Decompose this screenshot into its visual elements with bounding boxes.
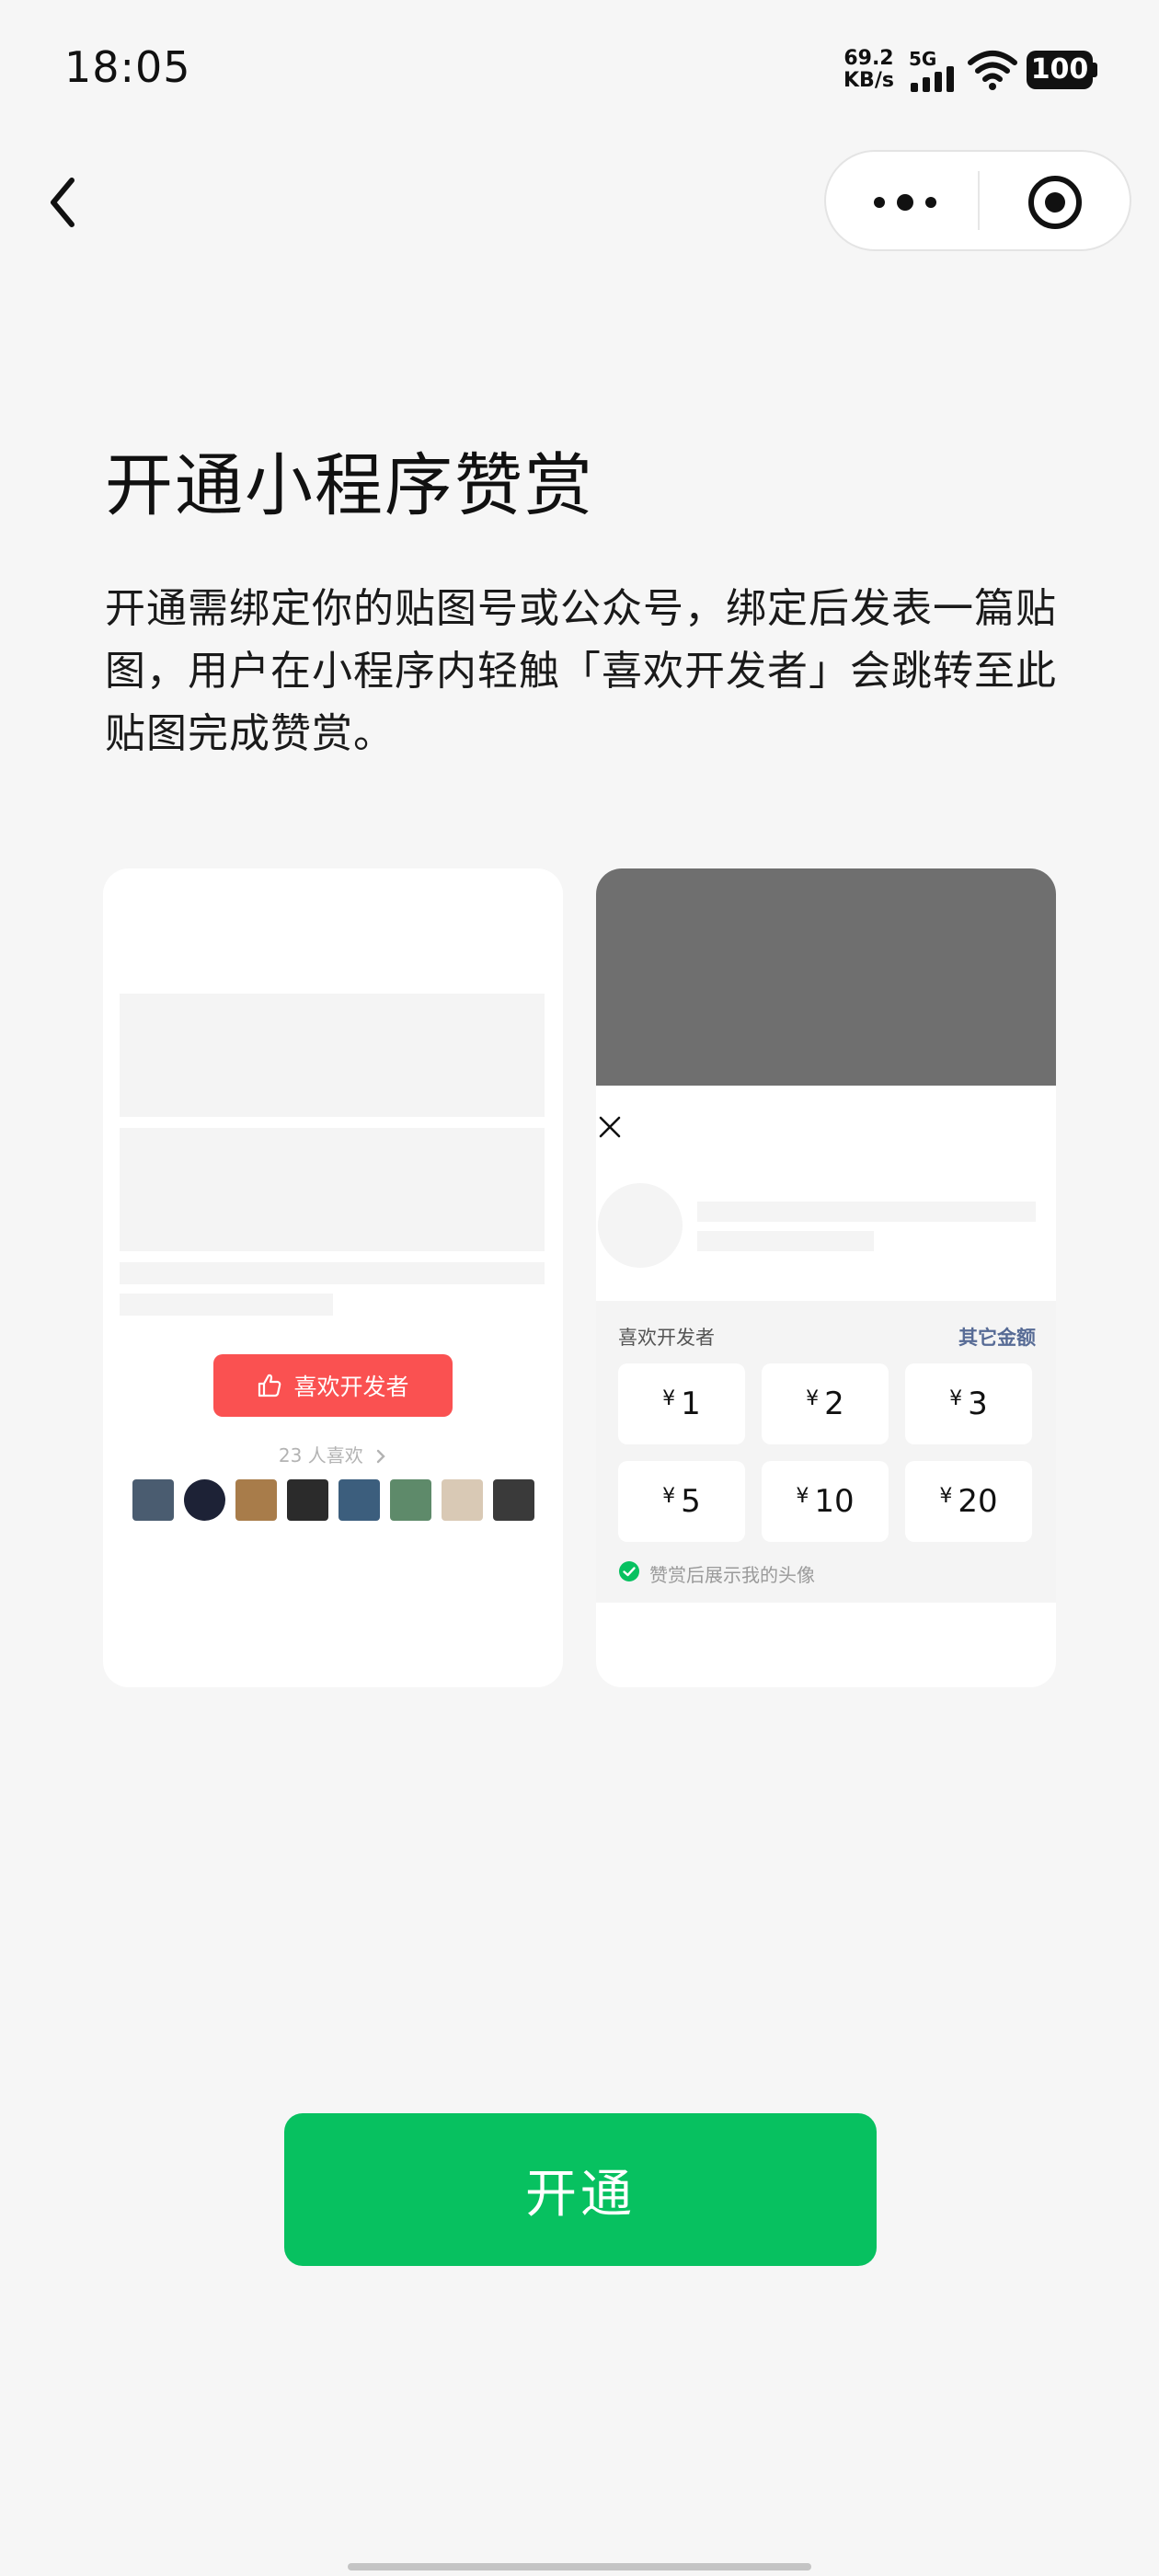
capsule-divider (978, 171, 980, 230)
wifi-icon (968, 51, 1017, 90)
reward-panel-title: 喜欢开发者 (618, 1327, 715, 1349)
amount-option[interactable]: ¥5 (618, 1461, 745, 1542)
placeholder-line (697, 1231, 874, 1251)
amount-value: 5 (681, 1483, 701, 1520)
likes-count[interactable]: 23 人喜欢 (103, 1441, 563, 1467)
status-time: 18:05 (64, 42, 191, 92)
like-developer-button[interactable]: 喜欢开发者 (213, 1354, 453, 1417)
back-arrow-icon[interactable] (40, 166, 96, 239)
amount-option[interactable]: ¥2 (762, 1363, 889, 1444)
likes-count-label: 23 人喜欢 (278, 1444, 363, 1466)
liker-avatar (132, 1479, 174, 1521)
placeholder-line (120, 1294, 333, 1316)
close-icon[interactable] (596, 1113, 624, 1141)
amount-option[interactable]: ¥1 (618, 1363, 745, 1444)
amount-value: 3 (968, 1386, 988, 1422)
battery-tip (1093, 63, 1097, 77)
signal-icon (911, 66, 954, 92)
liker-avatar (184, 1479, 225, 1521)
liker-avatar (287, 1479, 328, 1521)
other-amount-link[interactable]: 其它金额 (958, 1323, 1036, 1351)
currency-symbol: ¥ (939, 1484, 953, 1508)
currency-symbol: ¥ (806, 1386, 820, 1410)
amount-value: 2 (824, 1386, 844, 1422)
net-speed-value: 69.2 (843, 47, 894, 70)
currency-symbol: ¥ (949, 1386, 963, 1410)
placeholder-block (120, 1128, 545, 1251)
preview-card-reward: 喜欢开发者 其它金额 ¥1 ¥2 ¥3 ¥5 ¥10 ¥20 赞赏后展示我的头像 (596, 868, 1056, 1687)
chevron-right-icon (376, 1449, 385, 1464)
net-speed: 69.2 KB/s (843, 48, 894, 92)
reward-panel: 喜欢开发者 其它金额 ¥1 ¥2 ¥3 ¥5 ¥10 ¥20 赞赏后展示我的头像 (596, 1301, 1056, 1603)
page-title: 开通小程序赞赏 (105, 446, 594, 525)
image-placeholder (596, 868, 1056, 1086)
enable-button[interactable]: 开通 (284, 2113, 877, 2266)
liker-avatar (390, 1479, 431, 1521)
placeholder-line (120, 1262, 545, 1284)
target-icon[interactable] (1027, 174, 1084, 231)
avatar-placeholder (598, 1183, 683, 1268)
currency-symbol: ¥ (796, 1484, 809, 1508)
battery-indicator: 100 (1027, 51, 1093, 89)
show-avatar-label: 赞赏后展示我的头像 (649, 1564, 815, 1586)
liker-avatar (442, 1479, 483, 1521)
ellipsis-icon[interactable] (868, 189, 942, 216)
amount-option[interactable]: ¥20 (905, 1461, 1032, 1542)
liker-avatar (493, 1479, 534, 1521)
liker-avatars (132, 1479, 534, 1521)
thumbs-up-icon (258, 1374, 281, 1397)
liker-avatar (339, 1479, 380, 1521)
like-developer-label: 喜欢开发者 (293, 1374, 409, 1400)
amount-value: 1 (681, 1386, 701, 1422)
currency-symbol: ¥ (662, 1386, 676, 1410)
amount-option[interactable]: ¥10 (762, 1461, 889, 1542)
amount-value: 20 (958, 1483, 998, 1520)
liker-avatar (235, 1479, 277, 1521)
amount-value: 10 (814, 1483, 855, 1520)
net-speed-unit: KB/s (843, 69, 894, 92)
check-circle-icon[interactable] (618, 1560, 640, 1582)
home-indicator (348, 2563, 811, 2570)
amount-option[interactable]: ¥3 (905, 1363, 1032, 1444)
currency-symbol: ¥ (662, 1484, 676, 1508)
preview-card-post: 喜欢开发者 23 人喜欢 (103, 868, 563, 1687)
page-description: 开通需绑定你的贴图号或公众号，绑定后发表一篇贴图，用户在小程序内轻触「喜欢开发者… (105, 585, 1057, 757)
placeholder-block (120, 994, 545, 1117)
placeholder-line (697, 1202, 1036, 1222)
